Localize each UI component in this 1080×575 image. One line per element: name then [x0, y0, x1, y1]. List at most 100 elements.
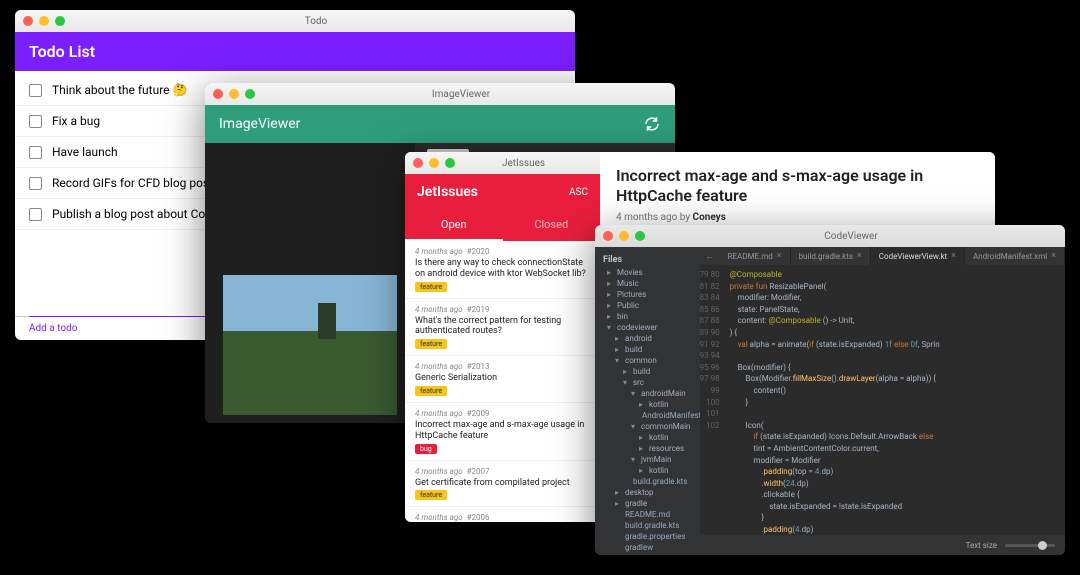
refresh-icon[interactable] [643, 115, 661, 133]
editor-tab[interactable]: AndroidManifest.xml× [965, 247, 1065, 265]
issue-meta: 4 months ago #2007 [415, 467, 590, 476]
issue-item[interactable]: 4 months ago #2019 What's the correct pa… [405, 299, 600, 357]
file-tree: Files ▸Movies▸Music▸Pictures▸Public▸bin▾… [595, 247, 700, 555]
tree-file[interactable]: build.gradle.kts [599, 520, 696, 531]
tree-label: kotlin [649, 466, 669, 475]
maximize-icon[interactable] [245, 89, 255, 99]
tree-folder[interactable]: ▸kotlin [599, 432, 696, 443]
checkbox-icon[interactable] [29, 177, 42, 190]
nav-back-icon[interactable]: ← [700, 248, 720, 265]
tree-folder[interactable]: ▸Movies [599, 267, 696, 278]
window-title: CodeViewer [645, 231, 1057, 242]
issue-item[interactable]: 4 months ago #2007 Get certificate from … [405, 461, 600, 508]
image-preview[interactable] [223, 275, 397, 415]
tree-folder[interactable]: ▾common [599, 355, 696, 366]
tree-folder[interactable]: ▸Music [599, 278, 696, 289]
tag-feature: feature [415, 490, 447, 500]
chevron-right-icon: ▸ [639, 444, 646, 453]
tree-file[interactable]: README.md [599, 509, 696, 520]
issue-meta: 4 months ago #2006 [415, 513, 590, 522]
close-tab-icon[interactable]: × [951, 251, 956, 261]
traffic-lights [413, 158, 455, 168]
tree-label: resources [649, 444, 684, 453]
chevron-right-icon: ▸ [607, 312, 614, 321]
tree-folder[interactable]: ▾androidMain [599, 388, 696, 399]
checkbox-icon[interactable] [29, 84, 42, 97]
tree-label: README.md [625, 510, 670, 519]
tab-label: README.md [728, 252, 773, 261]
tree-folder[interactable]: ▸android [599, 333, 696, 344]
tree-folder[interactable]: ▾jvmMain [599, 454, 696, 465]
tree-file[interactable]: gradlew [599, 542, 696, 553]
chevron-right-icon: ▸ [607, 301, 614, 310]
tree-file[interactable]: gradle.properties [599, 531, 696, 542]
minimize-icon[interactable] [39, 16, 49, 26]
tree-label: AndroidManifest.xml [642, 411, 700, 420]
editor-tab[interactable]: README.md × [720, 247, 791, 265]
close-icon[interactable] [413, 158, 423, 168]
tree-file[interactable]: AndroidManifest.xml [599, 410, 696, 421]
tree-folder[interactable]: ▸desktop [599, 487, 696, 498]
tree-folder[interactable]: ▸bin [599, 311, 696, 322]
tree-folder[interactable]: ▸resources [599, 443, 696, 454]
checkbox-icon[interactable] [29, 146, 42, 159]
jetissues-sidebar: JetIssues JetIssues ASC Open Closed 4 mo… [405, 152, 600, 522]
tree-label: Pictures [617, 290, 646, 299]
maximize-icon[interactable] [55, 16, 65, 26]
minimize-icon[interactable] [429, 158, 439, 168]
code-editor[interactable]: 79 80 81 82 83 84 85 86 87 88 89 90 91 9… [700, 265, 1065, 535]
tree-label: common [625, 356, 657, 365]
tab-open[interactable]: Open [405, 210, 503, 241]
tree-folder[interactable]: ▾commonMain [599, 421, 696, 432]
issue-item[interactable]: 4 months ago #2006 Ktor show startup dur… [405, 507, 600, 522]
chevron-right-icon: ▸ [615, 334, 622, 343]
jetissues-tabs: Open Closed [405, 210, 600, 241]
issue-item[interactable]: 4 months ago #2013 Generic Serialization… [405, 356, 600, 403]
issue-author: Coneys [693, 212, 726, 223]
close-tab-icon[interactable]: × [857, 251, 862, 261]
close-icon[interactable] [23, 16, 33, 26]
text-size-slider[interactable] [1005, 544, 1055, 547]
close-tab-icon[interactable]: × [777, 251, 782, 261]
tree-folder[interactable]: ▸Pictures [599, 289, 696, 300]
tree-folder[interactable]: ▸build [599, 344, 696, 355]
checkbox-icon[interactable] [29, 208, 42, 221]
close-icon[interactable] [603, 231, 613, 241]
chevron-right-icon: ▸ [607, 279, 614, 288]
maximize-icon[interactable] [635, 231, 645, 241]
issue-detail-meta: 4 months ago by Coneys [616, 212, 979, 223]
maximize-icon[interactable] [445, 158, 455, 168]
chevron-down-icon: ▾ [615, 356, 622, 365]
todo-text: Record GIFs for CFD blog post [52, 176, 213, 190]
tree-folder[interactable]: ▾codeviewer [599, 322, 696, 333]
editor-panel: ← README.md×build.gradle.kts×CodeViewerV… [700, 247, 1065, 555]
tree-folder[interactable]: ▸kotlin [599, 465, 696, 476]
tree-folder[interactable]: ▸kotlin [599, 399, 696, 410]
issue-item[interactable]: 4 months ago #2020 Is there any way to c… [405, 241, 600, 299]
sort-toggle[interactable]: ASC [569, 187, 588, 198]
editor-tab[interactable]: CodeViewerView.kt× [871, 247, 965, 265]
chevron-down-icon: ▾ [631, 389, 638, 398]
todo-text: Have launch [52, 145, 118, 159]
close-tab-icon[interactable]: × [1051, 251, 1056, 261]
chevron-down-icon: ▾ [631, 422, 638, 431]
tree-folder[interactable]: ▸build [599, 366, 696, 377]
issue-item[interactable]: 4 months ago #2009 Incorrect max-age and… [405, 403, 600, 461]
minimize-icon[interactable] [619, 231, 629, 241]
editor-tab[interactable]: build.gradle.kts× [791, 247, 871, 265]
code-area[interactable]: @Composable private fun ResizablePanel( … [724, 265, 1065, 535]
tab-closed[interactable]: Closed [503, 210, 601, 241]
tree-folder[interactable]: ▸Public [599, 300, 696, 311]
close-icon[interactable] [213, 89, 223, 99]
tree-label: Public [617, 301, 639, 310]
imageviewer-titlebar: ImageViewer [205, 83, 675, 105]
jetissues-header: JetIssues ASC [405, 174, 600, 210]
tree-folder[interactable]: ▾src [599, 377, 696, 388]
minimize-icon[interactable] [229, 89, 239, 99]
tag-feature: feature [415, 339, 447, 349]
tree-folder[interactable]: ▸gradle [599, 498, 696, 509]
checkbox-icon[interactable] [29, 115, 42, 128]
tree-file[interactable]: gradlew.bat [599, 553, 696, 555]
tree-file[interactable]: build.gradle.kts [599, 476, 696, 487]
traffic-lights [23, 16, 65, 26]
